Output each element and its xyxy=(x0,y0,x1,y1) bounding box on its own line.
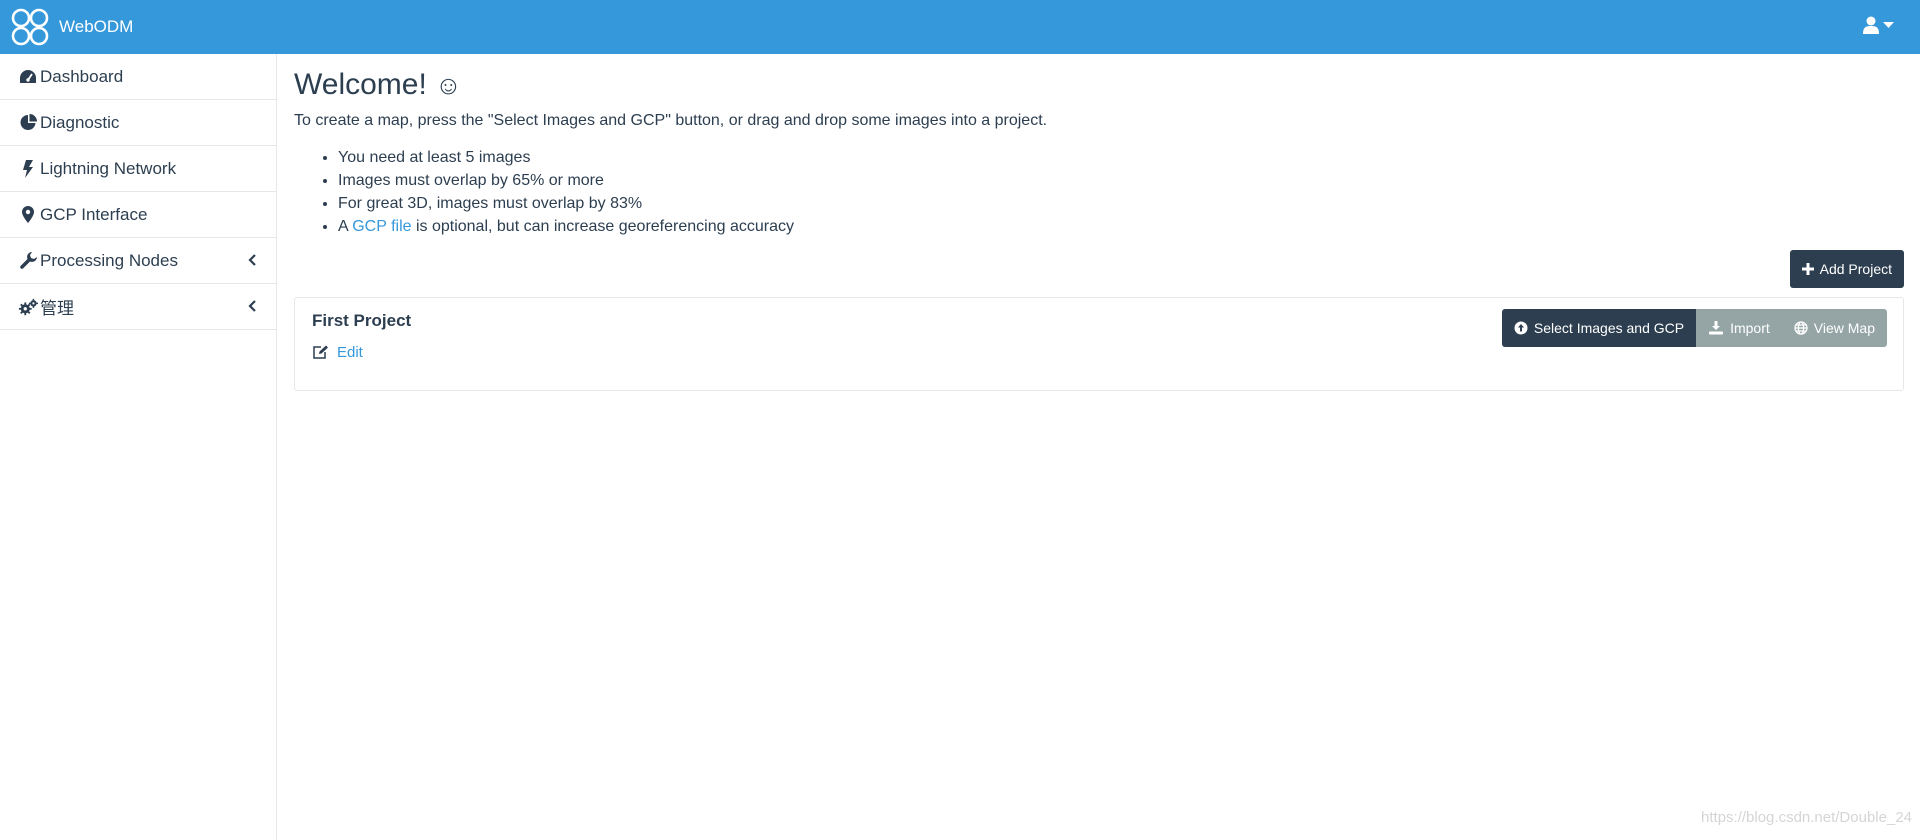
tips-list: You need at least 5 images Images must o… xyxy=(338,146,794,238)
import-button[interactable]: Import xyxy=(1696,309,1782,347)
brand-name[interactable]: WebODM xyxy=(59,17,133,37)
webodm-logo-icon[interactable] xyxy=(10,7,50,47)
chevron-left-icon[interactable] xyxy=(246,299,260,313)
sidebar-item-label: Diagnostic xyxy=(40,112,120,132)
list-item: A GCP file is optional, but can increase… xyxy=(338,215,794,238)
cloud-download-icon xyxy=(1709,321,1724,335)
edit-icon xyxy=(313,345,328,359)
sidebar-item-label: Processing Nodes xyxy=(40,250,178,270)
view-map-button[interactable]: View Map xyxy=(1781,309,1887,347)
sidebar-item-label: GCP Interface xyxy=(40,204,148,224)
project-name[interactable]: First Project xyxy=(312,311,411,331)
gcp-file-link[interactable]: GCP file xyxy=(352,218,411,235)
sidebar-item-admin[interactable]: 管理 xyxy=(0,284,276,330)
page-title: Welcome! ☺ xyxy=(294,68,462,101)
list-item: Images must overlap by 65% or more xyxy=(338,169,794,192)
edit-project-link[interactable]: Edit xyxy=(312,344,363,361)
caret-down-icon xyxy=(1883,22,1894,28)
sidebar-item-label: Dashboard xyxy=(40,66,124,86)
sidebar: Dashboard Diagnostic Lightning Network G… xyxy=(0,54,277,840)
map-marker-icon xyxy=(18,205,38,225)
upload-icon xyxy=(1514,321,1528,335)
user-icon xyxy=(1863,16,1879,34)
chevron-left-icon[interactable] xyxy=(246,253,260,267)
cogs-icon xyxy=(18,297,38,317)
pie-chart-icon xyxy=(18,113,38,133)
top-navbar: WebODM xyxy=(0,0,1920,54)
sidebar-item-processing-nodes[interactable]: Processing Nodes xyxy=(0,238,276,284)
project-actions: Select Images and GCP Import View Map xyxy=(1501,309,1887,347)
sidebar-item-gcp-interface[interactable]: GCP Interface xyxy=(0,192,276,238)
add-project-button[interactable]: Add Project xyxy=(1789,250,1904,288)
plus-icon xyxy=(1801,263,1814,275)
select-images-button[interactable]: Select Images and GCP xyxy=(1501,309,1697,347)
wrench-icon xyxy=(18,251,38,271)
intro-text: To create a map, press the "Select Image… xyxy=(294,112,1048,129)
sidebar-item-diagnostic[interactable]: Diagnostic xyxy=(0,100,276,146)
gcp-tip-suffix: is optional, but can increase georeferen… xyxy=(411,218,794,235)
sidebar-item-dashboard[interactable]: Dashboard xyxy=(0,54,276,100)
globe-icon xyxy=(1794,321,1808,335)
project-panel: First Project Edit Select Images and GCP xyxy=(294,297,1904,391)
list-item: For great 3D, images must overlap by 83% xyxy=(338,192,794,215)
sidebar-item-lightning-network[interactable]: Lightning Network xyxy=(0,146,276,192)
smile-icon: ☺ xyxy=(435,70,462,100)
sidebar-item-label: Lightning Network xyxy=(40,158,177,178)
dashboard-icon xyxy=(18,67,38,87)
list-item: You need at least 5 images xyxy=(338,146,794,169)
bolt-icon xyxy=(18,159,38,179)
sidebar-item-label: 管理 xyxy=(40,299,74,318)
user-menu[interactable] xyxy=(1863,16,1894,34)
gcp-tip-prefix: A xyxy=(338,218,353,235)
watermark: https://blog.csdn.net/Double_24 xyxy=(1701,809,1912,826)
